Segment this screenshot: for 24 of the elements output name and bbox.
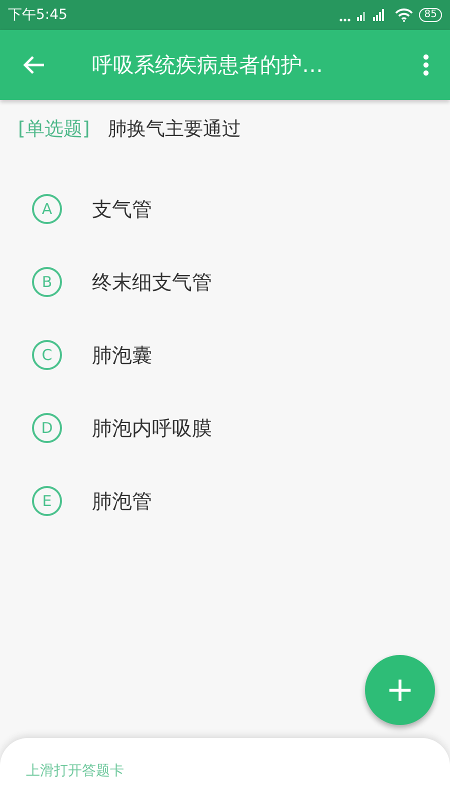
answer-option[interactable]: D 肺泡内呼吸膜 [32, 413, 418, 443]
question-type-tag: [单选题] [18, 116, 90, 142]
answer-option[interactable]: C 肺泡囊 [32, 340, 418, 370]
battery-indicator: 85 [419, 8, 442, 22]
option-letter-circle: B [32, 267, 62, 297]
option-text: 终末细支气管 [92, 268, 212, 296]
question-text: 肺换气主要通过 [108, 117, 241, 142]
option-text: 肺泡内呼吸膜 [92, 414, 212, 442]
option-letter-circle: C [32, 340, 62, 370]
option-text: 肺泡管 [92, 488, 152, 514]
option-letter-circle: A [32, 194, 62, 224]
answer-option[interactable]: B 终末细支气管 [32, 267, 418, 297]
more-icon [423, 54, 429, 76]
status-time: 下午5:45 [8, 6, 68, 24]
wifi-icon [395, 8, 414, 22]
option-text: 肺泡囊 [92, 342, 152, 368]
back-arrow-icon [23, 55, 45, 75]
answer-option[interactable]: E 肺泡管 [32, 486, 418, 516]
app-bar-title: 呼吸系统疾病患者的护… [92, 52, 324, 79]
answer-option[interactable]: A 支气管 [32, 194, 418, 224]
option-letter-circle: D [32, 413, 62, 443]
option-text: 支气管 [92, 196, 152, 222]
swipe-up-hint: 上滑打开答题卡 [26, 763, 124, 779]
option-letter-circle: E [32, 486, 62, 516]
